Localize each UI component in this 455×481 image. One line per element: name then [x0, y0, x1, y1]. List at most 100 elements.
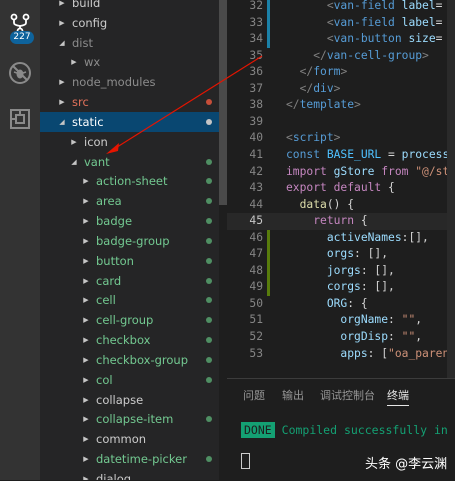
tree-item-build[interactable]: ▶ build	[40, 0, 219, 13]
chevron-right-icon[interactable]: ▶	[82, 330, 90, 350]
line-number: 37	[249, 81, 263, 95]
tree-item-button[interactable]: ▶ button	[40, 251, 219, 271]
tree-item-config[interactable]: ▶ config	[40, 13, 219, 33]
code-text: </van-cell-group>	[313, 48, 429, 62]
tree-item-static[interactable]: ◢ static	[40, 111, 219, 132]
code-line[interactable]: 50 ORG: {	[227, 296, 455, 313]
tree-item-common[interactable]: ▶ common	[40, 429, 219, 449]
tree-item-cell[interactable]: ▶ cell	[40, 290, 219, 310]
tree-item-checkbox[interactable]: ▶ checkbox	[40, 330, 219, 350]
tree-item-datetime-picker[interactable]: ▶ datetime-picker	[40, 449, 219, 469]
chevron-right-icon[interactable]: ▶	[82, 290, 90, 310]
code-line[interactable]: 42 import gStore from "@/sto	[227, 164, 455, 181]
tree-item-col[interactable]: ▶ col	[40, 370, 219, 390]
tree-item-badge-group[interactable]: ▶ badge-group	[40, 231, 219, 251]
tree-item-label: cell-group	[96, 313, 154, 328]
tree-item-dialog[interactable]: ▶ dialog	[40, 469, 219, 480]
tree-item-icon[interactable]: ▶ icon	[40, 132, 219, 152]
code-line[interactable]: 44 data() {	[227, 197, 455, 214]
chevron-right-icon[interactable]: ▶	[82, 191, 90, 211]
chevron-right-icon[interactable]: ▶	[82, 171, 90, 191]
code-line[interactable]: 35 </van-cell-group>	[227, 48, 455, 65]
chevron-down-icon[interactable]: ◢	[58, 112, 66, 132]
chevron-right-icon[interactable]: ▶	[58, 0, 66, 13]
extensions-icon[interactable]	[8, 107, 32, 131]
terminal-output[interactable]: DONE Compiled successfully in 2	[241, 422, 455, 438]
chevron-right-icon[interactable]: ▶	[82, 370, 90, 390]
git-status-dot	[206, 337, 212, 344]
tree-item-dist[interactable]: ◢ dist	[40, 33, 219, 53]
chevron-right-icon[interactable]: ▶	[58, 72, 66, 92]
code-line[interactable]: 46 activeNames:[],	[227, 229, 455, 247]
chevron-right-icon[interactable]: ▶	[82, 271, 90, 291]
tree-item-label: area	[96, 194, 122, 209]
terminal-cursor	[241, 453, 250, 469]
tree-item-label: dialog	[96, 471, 132, 480]
git-status-dot	[206, 376, 212, 383]
code-line[interactable]: 34 <van-button size=	[227, 31, 455, 48]
line-number: 39	[249, 114, 263, 128]
code-line[interactable]: 53 apps: ["oa_parent	[227, 346, 455, 363]
tree-item-src[interactable]: ▶ src	[40, 92, 219, 112]
git-gutter-marker	[267, 14, 270, 32]
code-line[interactable]: 45 return {	[227, 213, 455, 230]
git-gutter-marker	[267, 229, 270, 247]
editor-scrollbar[interactable]	[447, 0, 455, 378]
code-editor[interactable]: 32 <van-field label= 33 <van-field label=…	[227, 0, 455, 378]
line-number: 44	[249, 197, 263, 211]
line-number: 45	[249, 214, 263, 228]
explorer-scrollbar[interactable]	[219, 0, 227, 205]
code-line[interactable]: 39	[227, 114, 455, 131]
tree-item-checkbox-group[interactable]: ▶ checkbox-group	[40, 350, 219, 370]
code-line[interactable]: 36 </form>	[227, 64, 455, 81]
code-line[interactable]: 49 corgs: [],	[227, 279, 455, 296]
chevron-right-icon[interactable]: ▶	[82, 409, 90, 429]
code-line[interactable]: 51 orgName: "",	[227, 312, 455, 329]
tree-item-area[interactable]: ▶ area	[40, 191, 219, 211]
chevron-down-icon[interactable]: ◢	[58, 33, 66, 53]
code-line[interactable]: 43 export default {	[227, 180, 455, 197]
tree-item-label: checkbox	[96, 333, 151, 348]
tree-item-cell-group[interactable]: ▶ cell-group	[40, 310, 219, 330]
tab-debug-console[interactable]: 调试控制台	[320, 387, 375, 405]
chevron-right-icon[interactable]: ▶	[82, 350, 90, 370]
code-line[interactable]: 52 orgDisp: "",	[227, 329, 455, 346]
code-line[interactable]: 33 <van-field label=	[227, 14, 455, 32]
tree-item-vant[interactable]: ◢ vant	[40, 152, 219, 172]
code-line[interactable]: 32 <van-field label=	[227, 0, 455, 15]
chevron-down-icon[interactable]: ◢	[70, 152, 78, 172]
chevron-right-icon[interactable]: ▶	[82, 231, 90, 251]
tree-item-wx[interactable]: ▶ wx	[40, 52, 219, 72]
chevron-right-icon[interactable]: ▶	[58, 92, 66, 112]
tree-item-collapse-item[interactable]: ▶ collapse-item	[40, 409, 219, 429]
explorer-tree: ▶ build ▶ config ◢ dist ▶ wx ▶ node_modules ▶ src ◢ s…	[40, 0, 219, 480]
chevron-right-icon[interactable]: ▶	[82, 310, 90, 330]
code-text: const BASE_URL = process.	[286, 147, 455, 161]
tab-output[interactable]: 输出	[282, 387, 304, 405]
code-line[interactable]: 40 <script>	[227, 130, 455, 147]
chevron-right-icon[interactable]: ▶	[82, 449, 90, 469]
tree-item-collapse[interactable]: ▶ collapse	[40, 390, 219, 410]
tree-item-node-modules[interactable]: ▶ node_modules	[40, 72, 219, 92]
tab-terminal[interactable]: 终端	[387, 387, 409, 406]
chevron-right-icon[interactable]: ▶	[82, 211, 90, 231]
tree-item-action-sheet[interactable]: ▶ action-sheet	[40, 171, 219, 191]
chevron-right-icon[interactable]: ▶	[70, 52, 78, 72]
code-line[interactable]: 48 jorgs: [],	[227, 262, 455, 280]
tab-problems[interactable]: 问题	[243, 387, 265, 405]
no-debug-icon[interactable]	[8, 61, 32, 85]
code-line[interactable]: 38 </template>	[227, 97, 455, 114]
chevron-right-icon[interactable]: ▶	[82, 251, 90, 271]
chevron-right-icon[interactable]: ▶	[82, 469, 90, 480]
code-text: return {	[313, 214, 368, 228]
tree-item-badge[interactable]: ▶ badge	[40, 211, 219, 231]
code-line[interactable]: 37 </div>	[227, 81, 455, 98]
line-number: 40	[249, 131, 263, 145]
chevron-right-icon[interactable]: ▶	[82, 390, 90, 410]
tree-item-card[interactable]: ▶ card	[40, 271, 219, 291]
code-line[interactable]: 41 const BASE_URL = process.	[227, 147, 455, 164]
code-line[interactable]: 47 orgs: [],	[227, 246, 455, 263]
chevron-right-icon[interactable]: ▶	[82, 429, 90, 449]
chevron-right-icon[interactable]: ▶	[70, 132, 78, 152]
chevron-right-icon[interactable]: ▶	[58, 13, 66, 33]
